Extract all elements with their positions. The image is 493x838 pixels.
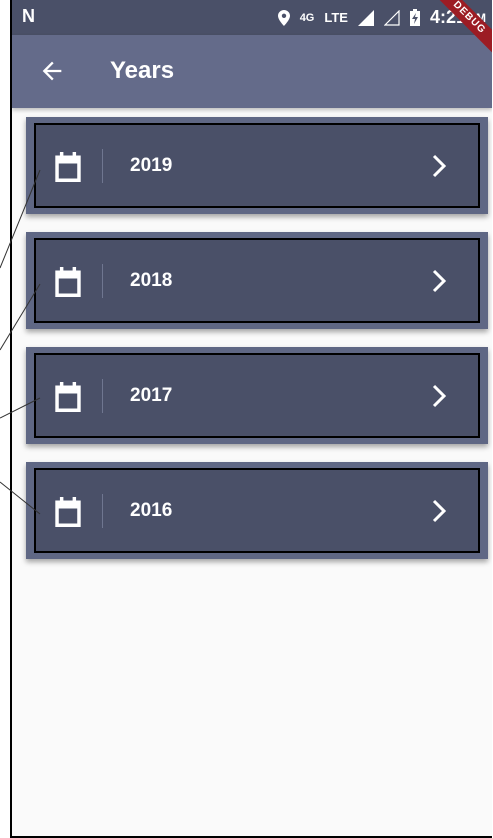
year-item-2018[interactable]: 2018 xyxy=(26,232,488,329)
chevron-right-icon xyxy=(432,269,446,293)
year-item-inner: 2019 xyxy=(34,123,480,208)
year-item-inner: 2018 xyxy=(34,238,480,323)
years-list: 2019 2018 2017 2016 xyxy=(26,117,488,577)
year-item-2016[interactable]: 2016 xyxy=(26,462,488,559)
network-type-label: 4G xyxy=(299,11,315,24)
chevron-right-icon xyxy=(432,384,446,408)
calendar-icon xyxy=(55,382,81,412)
item-divider xyxy=(102,149,103,183)
signal-empty-icon xyxy=(383,9,400,26)
chevron-right-icon xyxy=(432,154,446,178)
item-divider xyxy=(102,379,103,413)
calendar-icon xyxy=(55,267,81,297)
page-title: Years xyxy=(110,57,175,84)
back-arrow-icon[interactable] xyxy=(38,57,66,85)
battery-charging-icon xyxy=(409,9,420,26)
calendar-icon xyxy=(55,152,81,182)
year-item-inner: 2017 xyxy=(34,353,480,438)
year-label: 2016 xyxy=(130,500,173,521)
year-label: 2018 xyxy=(130,270,173,291)
signal-icon xyxy=(357,9,374,26)
lte-label: LTE xyxy=(324,10,348,25)
year-label: 2019 xyxy=(130,155,173,176)
item-divider xyxy=(102,264,103,298)
year-label: 2017 xyxy=(130,385,173,406)
year-item-inner: 2016 xyxy=(34,468,480,553)
status-bar: N 4G LTE 4:21 PM xyxy=(12,0,492,35)
app-screen: N 4G LTE 4:21 PM DEBUG Years xyxy=(10,0,492,838)
year-item-2017[interactable]: 2017 xyxy=(26,347,488,444)
location-icon xyxy=(277,9,290,26)
item-divider xyxy=(102,494,103,528)
notification-n-icon: N xyxy=(22,6,35,26)
app-bar: Years xyxy=(12,35,492,108)
calendar-icon xyxy=(55,497,81,527)
chevron-right-icon xyxy=(432,499,446,523)
year-item-2019[interactable]: 2019 xyxy=(26,117,488,214)
